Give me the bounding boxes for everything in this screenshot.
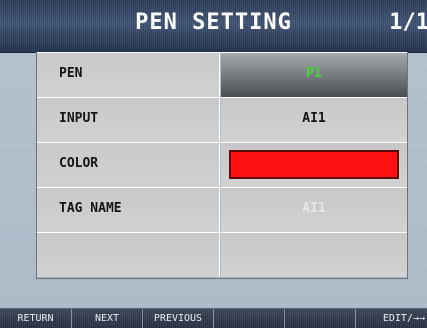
color-swatch[interactable]	[229, 150, 399, 179]
edit-button[interactable]: EDIT/→→	[356, 309, 427, 328]
page-indicator: 1/1	[389, 10, 427, 35]
empty-value-cell	[221, 233, 407, 277]
tag-name-value-cell[interactable]: AI1	[221, 188, 407, 232]
row-pen: PEN P1	[37, 52, 407, 97]
previous-button[interactable]: PREVIOUS	[143, 309, 214, 328]
input-label-cell: INPUT	[37, 98, 220, 142]
tag-name-value: AI1	[302, 201, 326, 216]
function-key-bar: RETURN NEXT PREVIOUS EDIT/→→	[0, 308, 427, 328]
input-label: INPUT	[59, 111, 99, 126]
empty-label-cell	[37, 233, 220, 277]
function-key-5[interactable]	[285, 309, 356, 328]
row-input: INPUT AI1	[37, 97, 407, 142]
tag-name-label-cell: TAG NAME	[37, 188, 220, 232]
row-empty	[37, 232, 407, 277]
pen-value-cell[interactable]: P1	[221, 53, 407, 97]
pen-label: PEN	[59, 66, 83, 81]
next-button[interactable]: NEXT	[72, 309, 143, 328]
return-button[interactable]: RETURN	[0, 309, 72, 328]
settings-table: PEN P1 INPUT AI1 COLOR TAG NAME AI1	[36, 52, 408, 279]
color-label: COLOR	[59, 156, 99, 171]
function-key-4[interactable]	[214, 309, 285, 328]
input-value: AI1	[302, 111, 326, 126]
title-bar: PEN SETTING 1/1	[0, 0, 427, 53]
color-label-cell: COLOR	[37, 143, 220, 187]
pen-value: P1	[306, 66, 322, 81]
pen-label-cell: PEN	[37, 53, 220, 97]
pen-setting-screen: PEN SETTING 1/1 PEN P1 INPUT AI1 COLOR T…	[0, 0, 427, 328]
page-title: PEN SETTING	[135, 10, 292, 35]
input-value-cell[interactable]: AI1	[221, 98, 407, 142]
row-tag-name: TAG NAME AI1	[37, 187, 407, 232]
tag-name-label: TAG NAME	[59, 201, 122, 216]
color-value-cell[interactable]	[221, 143, 407, 187]
row-color: COLOR	[37, 142, 407, 187]
